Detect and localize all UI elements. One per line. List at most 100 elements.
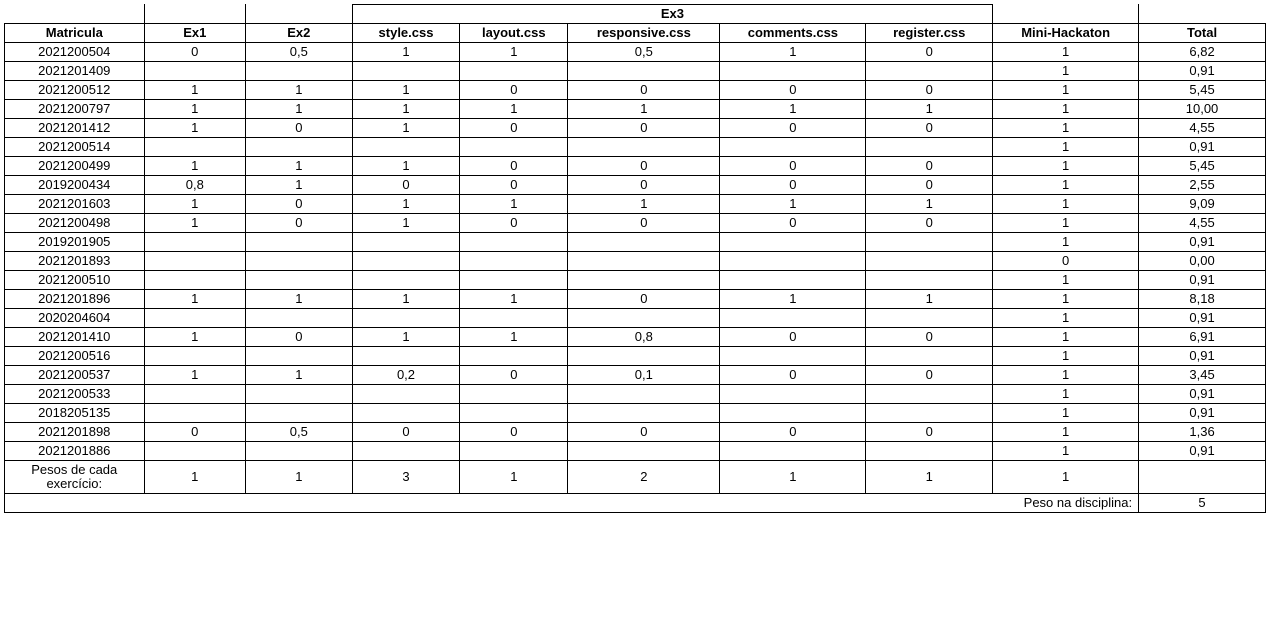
col-layout: layout.css bbox=[460, 24, 568, 43]
matricula-cell: 2021200504 bbox=[5, 43, 145, 62]
value-cell: 0 bbox=[460, 366, 568, 385]
value-cell: 0 bbox=[460, 423, 568, 442]
weight-register: 1 bbox=[866, 461, 993, 494]
table-row: 2021200512111000015,45 bbox=[5, 81, 1266, 100]
matricula-cell: 2021200516 bbox=[5, 347, 145, 366]
value-cell: 1 bbox=[460, 43, 568, 62]
blank-cell bbox=[1139, 461, 1266, 494]
value-cell bbox=[352, 252, 460, 271]
value-cell: 1 bbox=[720, 100, 866, 119]
value-cell: 0,5 bbox=[246, 423, 353, 442]
value-cell: 0 bbox=[866, 81, 993, 100]
value-cell: 1 bbox=[866, 100, 993, 119]
value-cell: 0 bbox=[246, 195, 353, 214]
value-cell: 4,55 bbox=[1139, 214, 1266, 233]
value-cell: 3,45 bbox=[1139, 366, 1266, 385]
value-cell: 1 bbox=[144, 214, 245, 233]
value-cell bbox=[460, 347, 568, 366]
value-cell: 0 bbox=[568, 157, 720, 176]
weight-ex2: 1 bbox=[246, 461, 353, 494]
value-cell bbox=[460, 271, 568, 290]
value-cell: 1 bbox=[246, 290, 353, 309]
value-cell bbox=[568, 347, 720, 366]
matricula-cell: 2021201886 bbox=[5, 442, 145, 461]
value-cell: 1 bbox=[993, 138, 1139, 157]
value-cell bbox=[246, 404, 353, 423]
value-cell: 1 bbox=[352, 195, 460, 214]
value-cell: 10,00 bbox=[1139, 100, 1266, 119]
value-cell: 0 bbox=[460, 214, 568, 233]
value-cell bbox=[720, 138, 866, 157]
value-cell bbox=[246, 385, 353, 404]
value-cell bbox=[352, 404, 460, 423]
value-cell bbox=[866, 271, 993, 290]
value-cell: 1 bbox=[246, 81, 353, 100]
value-cell bbox=[568, 233, 720, 252]
value-cell: 0 bbox=[866, 157, 993, 176]
value-cell: 5,45 bbox=[1139, 157, 1266, 176]
value-cell: 1 bbox=[144, 100, 245, 119]
col-comments: comments.css bbox=[720, 24, 866, 43]
value-cell: 0 bbox=[144, 423, 245, 442]
matricula-cell: 2019200434 bbox=[5, 176, 145, 195]
weights-row: Pesos de cada exercício: 1 1 3 1 2 1 1 1 bbox=[5, 461, 1266, 494]
value-cell: 0,91 bbox=[1139, 138, 1266, 157]
group-header-ex3: Ex3 bbox=[352, 5, 993, 24]
table-row: 2021201896111101118,18 bbox=[5, 290, 1266, 309]
value-cell: 1 bbox=[993, 347, 1139, 366]
value-cell: 1 bbox=[993, 43, 1139, 62]
value-cell bbox=[246, 271, 353, 290]
value-cell bbox=[568, 404, 720, 423]
value-cell bbox=[866, 404, 993, 423]
value-cell: 1 bbox=[352, 43, 460, 62]
value-cell bbox=[568, 138, 720, 157]
value-cell: 1 bbox=[246, 100, 353, 119]
matricula-cell: 2021201412 bbox=[5, 119, 145, 138]
blank-cell bbox=[993, 5, 1139, 24]
value-cell bbox=[568, 271, 720, 290]
value-cell bbox=[568, 309, 720, 328]
weight-comments: 1 bbox=[720, 461, 866, 494]
value-cell bbox=[720, 442, 866, 461]
value-cell bbox=[246, 252, 353, 271]
value-cell: 0 bbox=[460, 81, 568, 100]
matricula-cell: 2021201410 bbox=[5, 328, 145, 347]
value-cell: 0 bbox=[568, 119, 720, 138]
value-cell: 1 bbox=[352, 290, 460, 309]
value-cell: 1 bbox=[352, 81, 460, 100]
matricula-cell: 2021200499 bbox=[5, 157, 145, 176]
value-cell bbox=[144, 62, 245, 81]
value-cell: 0 bbox=[720, 366, 866, 385]
value-cell bbox=[720, 233, 866, 252]
value-cell: 1 bbox=[352, 100, 460, 119]
value-cell: 0 bbox=[866, 214, 993, 233]
value-cell: 1 bbox=[720, 43, 866, 62]
value-cell: 0 bbox=[720, 328, 866, 347]
value-cell bbox=[144, 233, 245, 252]
value-cell bbox=[246, 233, 353, 252]
value-cell bbox=[720, 347, 866, 366]
matricula-cell: 2019201905 bbox=[5, 233, 145, 252]
value-cell bbox=[460, 404, 568, 423]
value-cell bbox=[460, 309, 568, 328]
blank-cell bbox=[5, 5, 145, 24]
header-row-cols: Matricula Ex1 Ex2 style.css layout.css r… bbox=[5, 24, 1266, 43]
value-cell bbox=[568, 385, 720, 404]
value-cell: 1 bbox=[720, 195, 866, 214]
value-cell: 1 bbox=[993, 423, 1139, 442]
value-cell bbox=[866, 309, 993, 328]
col-responsive: responsive.css bbox=[568, 24, 720, 43]
table-row: 202120051610,91 bbox=[5, 347, 1266, 366]
table-row: 2021200499111000015,45 bbox=[5, 157, 1266, 176]
value-cell: 1 bbox=[993, 385, 1139, 404]
value-cell: 0 bbox=[568, 81, 720, 100]
blank-cell bbox=[246, 5, 353, 24]
col-style: style.css bbox=[352, 24, 460, 43]
value-cell: 0 bbox=[246, 328, 353, 347]
value-cell: 0,91 bbox=[1139, 62, 1266, 81]
value-cell: 4,55 bbox=[1139, 119, 1266, 138]
value-cell: 1 bbox=[993, 176, 1139, 195]
value-cell bbox=[144, 442, 245, 461]
value-cell: 0 bbox=[866, 366, 993, 385]
value-cell: 1 bbox=[460, 100, 568, 119]
